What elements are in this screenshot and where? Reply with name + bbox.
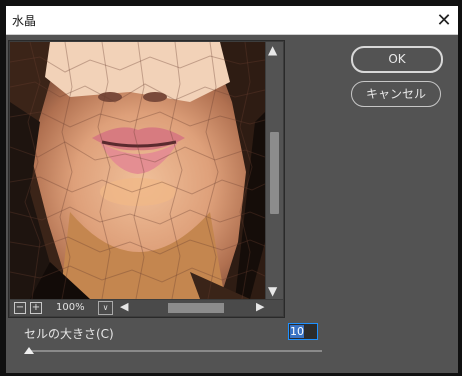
cell-size-label: セルの大きさ(C) [24, 327, 114, 341]
window-frame-right [458, 0, 462, 376]
crystallize-dialog: 水晶 ✕ ▲ ▼ − + 100% ∨ ◀ ▶ OK キャンセル セルの大きさ(… [6, 6, 458, 373]
zoom-in-button[interactable]: + [30, 302, 42, 314]
close-button[interactable]: ✕ [430, 6, 458, 34]
horizontal-scroll-thumb[interactable] [168, 303, 224, 313]
chevron-down-icon: ∨ [102, 303, 109, 312]
preview-controls: − + 100% ∨ ◀ ▶ [10, 300, 283, 316]
cell-size-input[interactable]: 10 [288, 323, 318, 340]
title-bar: 水晶 ✕ [6, 6, 458, 35]
dialog-title: 水晶 [12, 14, 37, 28]
scroll-right-icon[interactable]: ▶ [256, 300, 264, 313]
scroll-left-icon[interactable]: ◀ [120, 300, 128, 313]
cell-size-value: 10 [290, 325, 304, 338]
scroll-up-icon[interactable]: ▲ [268, 43, 277, 57]
close-icon: ✕ [436, 9, 452, 31]
zoom-level: 100% [56, 302, 85, 313]
cell-size-slider[interactable] [28, 350, 322, 352]
zoom-out-button[interactable]: − [14, 302, 26, 314]
vertical-scroll-thumb[interactable] [270, 132, 279, 214]
ok-button[interactable]: OK [351, 46, 443, 73]
crystallized-face-image [10, 42, 265, 299]
zoom-dropdown[interactable]: ∨ [98, 301, 113, 315]
minus-icon: − [15, 302, 25, 313]
scroll-down-icon[interactable]: ▼ [268, 284, 277, 298]
cell-size-slider-thumb[interactable] [24, 347, 34, 354]
cancel-button[interactable]: キャンセル [351, 81, 441, 107]
preview-image[interactable] [10, 42, 265, 299]
preview-panel: ▲ ▼ − + 100% ∨ ◀ ▶ [8, 40, 285, 318]
vertical-scrollbar[interactable]: ▲ ▼ [266, 42, 283, 299]
plus-icon: + [31, 302, 41, 313]
